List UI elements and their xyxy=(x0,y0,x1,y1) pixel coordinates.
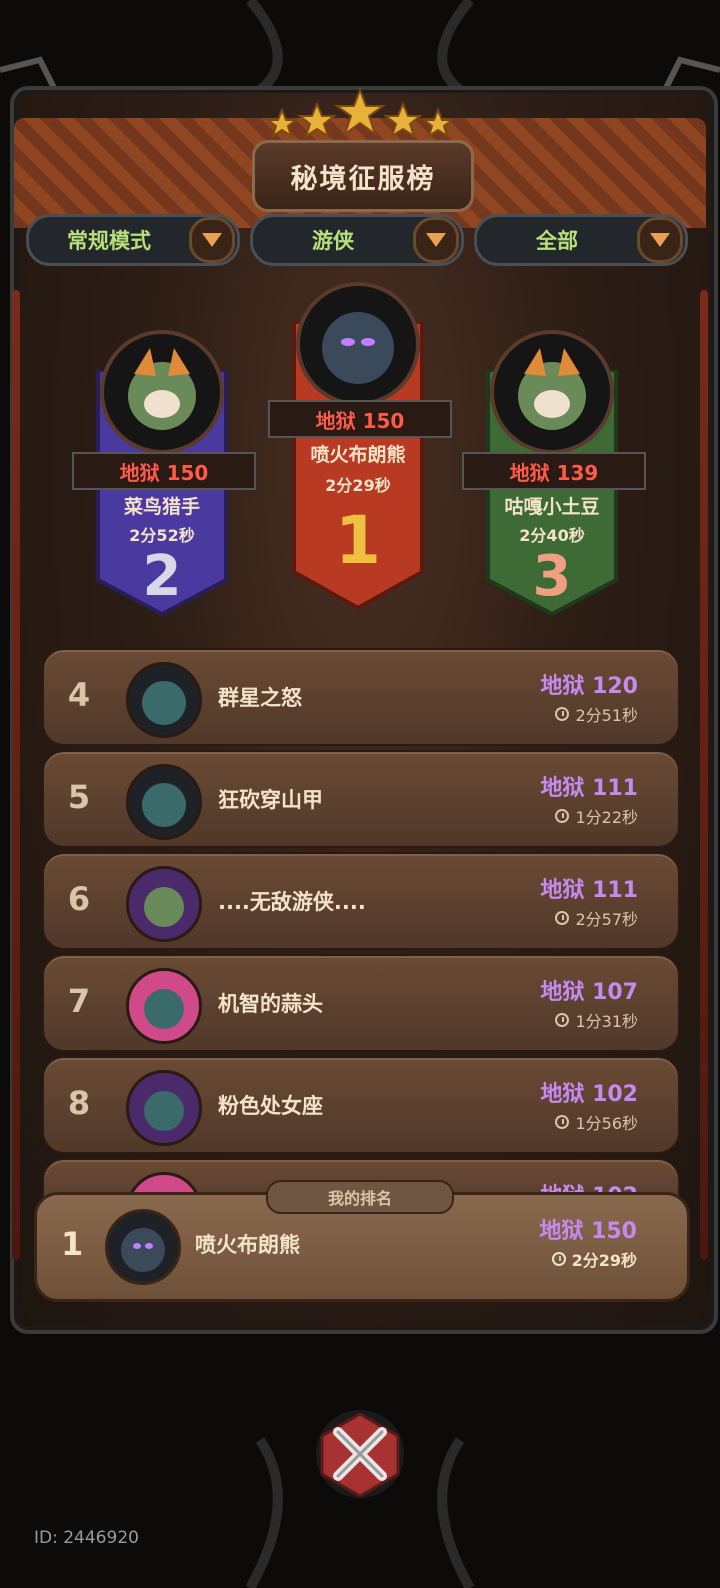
page-title: 秘境征服榜 xyxy=(252,140,474,212)
podium-second[interactable]: 地狱 150 菜鸟猎手 2分52秒 2 xyxy=(72,330,256,620)
row-score: 地狱 111 xyxy=(540,878,638,903)
podium-rank: 3 xyxy=(532,544,572,609)
clock-icon xyxy=(555,809,570,823)
clock-icon xyxy=(555,1013,570,1027)
row-time-text: 1分56秒 xyxy=(575,1114,638,1133)
row-score: 地狱 102 xyxy=(540,1082,638,1107)
my-rank: 1 xyxy=(61,1225,84,1263)
right-rail xyxy=(700,290,708,1260)
row-rank: 8 xyxy=(67,1084,91,1122)
row-name: ....无敌游侠.... xyxy=(218,890,366,914)
podium-score: 地狱 139 xyxy=(462,452,646,490)
podium-first[interactable]: 地狱 150 喷火布朗熊 2分29秒 1 xyxy=(268,282,452,612)
row-rank: 4 xyxy=(67,676,91,714)
close-icon[interactable] xyxy=(314,1408,406,1500)
chevron-down-icon[interactable] xyxy=(189,217,235,263)
avatar xyxy=(126,866,202,942)
avatar xyxy=(105,1209,181,1285)
row-name: 狂砍穿山甲 xyxy=(218,788,323,812)
podium-third[interactable]: 地狱 139 咕嘎小土豆 2分40秒 3 xyxy=(462,330,646,620)
row-name: 群星之怒 xyxy=(218,686,302,710)
class-filter[interactable]: 游侠 xyxy=(250,214,464,266)
podium-name: 咕嘎小土豆 xyxy=(504,496,600,518)
podium-time: 2分40秒 xyxy=(519,526,585,545)
avatar xyxy=(126,1070,202,1146)
chevron-down-icon[interactable] xyxy=(413,217,459,263)
avatar xyxy=(126,764,202,840)
my-ranking-tag: 我的排名 xyxy=(266,1180,454,1214)
avatar xyxy=(490,330,614,454)
user-id: ID: 2446920 xyxy=(34,1528,139,1548)
row-score: 地狱 107 xyxy=(540,980,638,1005)
avatar xyxy=(100,330,224,454)
clock-icon xyxy=(551,1252,566,1266)
row-time-text: 2分51秒 xyxy=(575,706,638,725)
podium-rank: 2 xyxy=(142,544,182,609)
table-row[interactable]: 4 群星之怒 地狱 120 2分51秒 xyxy=(42,648,680,746)
podium-time: 2分29秒 xyxy=(325,476,391,495)
class-filter-label: 游侠 xyxy=(312,229,354,253)
my-time: 2分29秒 xyxy=(551,1247,637,1271)
podium-score: 地狱 150 xyxy=(268,400,452,438)
row-name: 机智的蒜头 xyxy=(218,992,323,1016)
avatar xyxy=(126,662,202,738)
row-rank: 6 xyxy=(67,880,91,918)
clock-icon xyxy=(555,707,570,721)
my-score: 地狱 150 xyxy=(539,1219,637,1244)
row-time: 1分31秒 xyxy=(555,1008,638,1032)
row-time-text: 1分31秒 xyxy=(575,1012,638,1031)
mode-filter-label: 常规模式 xyxy=(67,229,151,253)
row-time: 1分56秒 xyxy=(555,1110,638,1134)
my-time-text: 2分29秒 xyxy=(571,1251,637,1270)
avatar xyxy=(126,968,202,1044)
row-rank: 5 xyxy=(67,778,91,816)
podium-name: 菜鸟猎手 xyxy=(123,496,200,518)
scope-filter[interactable]: 全部 xyxy=(474,214,688,266)
clock-icon xyxy=(555,911,570,925)
row-score: 地狱 111 xyxy=(540,776,638,801)
avatar xyxy=(296,282,420,406)
table-row[interactable]: 8 粉色处女座 地狱 102 1分56秒 xyxy=(42,1056,680,1154)
table-row[interactable]: 5 狂砍穿山甲 地狱 111 1分22秒 xyxy=(42,750,680,848)
table-row[interactable]: 7 机智的蒜头 地狱 107 1分31秒 xyxy=(42,954,680,1052)
my-name: 喷火布朗熊 xyxy=(195,1233,300,1257)
row-score: 地狱 120 xyxy=(540,674,638,699)
table-row[interactable]: 6 ....无敌游侠.... 地狱 111 2分57秒 xyxy=(42,852,680,950)
row-time-text: 2分57秒 xyxy=(575,910,638,929)
chevron-down-icon[interactable] xyxy=(637,217,683,263)
stars-icon xyxy=(265,88,455,139)
row-name: 粉色处女座 xyxy=(218,1094,323,1118)
podium-rank: 1 xyxy=(335,502,381,579)
row-time: 1分22秒 xyxy=(555,804,638,828)
row-time: 2分51秒 xyxy=(555,702,638,726)
scope-filter-label: 全部 xyxy=(536,229,578,253)
clock-icon xyxy=(555,1115,570,1129)
row-rank: 7 xyxy=(67,982,91,1020)
left-rail xyxy=(12,290,20,1260)
podium-time: 2分52秒 xyxy=(129,526,195,545)
mode-filter[interactable]: 常规模式 xyxy=(26,214,240,266)
row-time: 2分57秒 xyxy=(555,906,638,930)
podium-name: 喷火布朗熊 xyxy=(310,444,406,466)
podium-score: 地狱 150 xyxy=(72,452,256,490)
row-time-text: 1分22秒 xyxy=(575,808,638,827)
